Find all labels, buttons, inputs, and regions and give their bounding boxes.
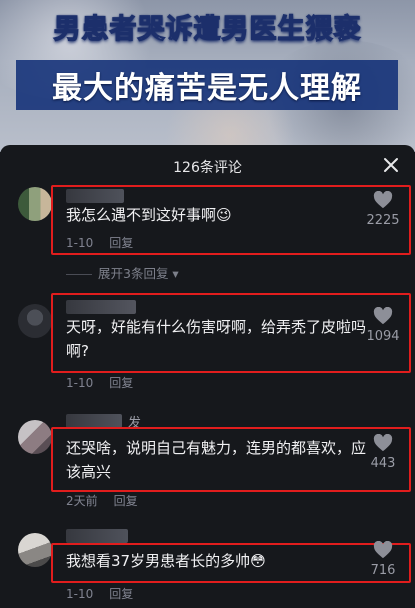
video-headline-banner: 最大的痛苦是无人理解 — [16, 60, 398, 110]
like-button[interactable]: 2225 — [361, 191, 405, 228]
video-frame[interactable]: 男患者哭诉遭男医生猥亵 最大的痛苦是无人理解 — [0, 0, 415, 152]
comment-text: 天呀，好能有什么伤害呀啊，给弄秃了皮啦吗啊? — [66, 318, 367, 360]
comment-date: 1-10 — [66, 587, 94, 601]
like-count: 1094 — [366, 329, 400, 344]
username-blurred[interactable] — [66, 414, 122, 428]
heart-icon — [373, 541, 393, 559]
comment-date: 1-10 — [66, 376, 94, 390]
expand-replies-label: 展开3条回复 — [98, 266, 169, 281]
username-blurred[interactable] — [66, 529, 128, 543]
heart-icon — [373, 191, 393, 209]
heart-icon — [373, 307, 393, 325]
avatar[interactable] — [18, 420, 52, 454]
comments-count-title: 126条评论 — [173, 160, 242, 176]
comments-sheet: 126条评论 我怎么遇不到这好事啊😉 1-10 回复 2225 展开3条回复 ▾ … — [0, 145, 415, 608]
reply-button[interactable]: 回复 — [114, 494, 138, 508]
like-count: 2225 — [366, 213, 400, 228]
comment-item: 我想看37岁男患者长的多帅😳 1-10 回复 716 — [0, 525, 415, 608]
comment-date: 1-10 — [66, 236, 94, 250]
comment-meta: 2天前 回复 — [66, 492, 138, 509]
comment-meta: 1-10 回复 — [66, 585, 133, 602]
like-count: 443 — [370, 456, 396, 471]
heart-icon — [373, 434, 393, 452]
reply-button[interactable]: 回复 — [109, 236, 133, 250]
close-icon[interactable] — [383, 157, 399, 173]
expand-replies-button[interactable]: 展开3条回复 ▾ — [66, 263, 179, 282]
like-button[interactable]: 443 — [361, 434, 405, 471]
avatar[interactable] — [18, 533, 52, 567]
comment-date: 2天前 — [66, 494, 98, 508]
avatar[interactable] — [18, 187, 52, 221]
like-button[interactable]: 1094 — [361, 307, 405, 344]
comment-meta: 1-10 回复 — [66, 234, 133, 251]
divider — [66, 274, 92, 275]
chevron-down-icon: ▾ — [168, 266, 179, 281]
avatar[interactable] — [18, 304, 52, 338]
like-count: 716 — [370, 563, 396, 578]
reply-button[interactable]: 回复 — [109, 587, 133, 601]
video-headline-top: 男患者哭诉遭男医生猥亵 — [53, 13, 362, 45]
comment-text: 我怎么遇不到这好事啊😉 — [66, 206, 232, 224]
comment-item: 我怎么遇不到这好事啊😉 1-10 回复 2225 — [0, 185, 415, 275]
comment-text: 还哭啥，说明自己有魅力，连男的都喜欢，应该高兴 — [66, 439, 367, 481]
video-headline-bottom: 最大的痛苦是无人理解 — [52, 71, 362, 106]
like-button[interactable]: 716 — [361, 541, 405, 578]
comment-text: 我想看37岁男患者长的多帅😳 — [66, 552, 266, 570]
comment-item: 天呀，好能有什么伤害呀啊，给弄秃了皮啦吗啊? 1-10 回复 1094 — [0, 290, 415, 400]
reply-button[interactable]: 回复 — [109, 376, 133, 390]
comment-item: 发 还哭啥，说明自己有魅力，连男的都喜欢，应该高兴 2天前 回复 443 — [0, 408, 415, 518]
comment-meta: 1-10 回复 — [66, 374, 133, 391]
